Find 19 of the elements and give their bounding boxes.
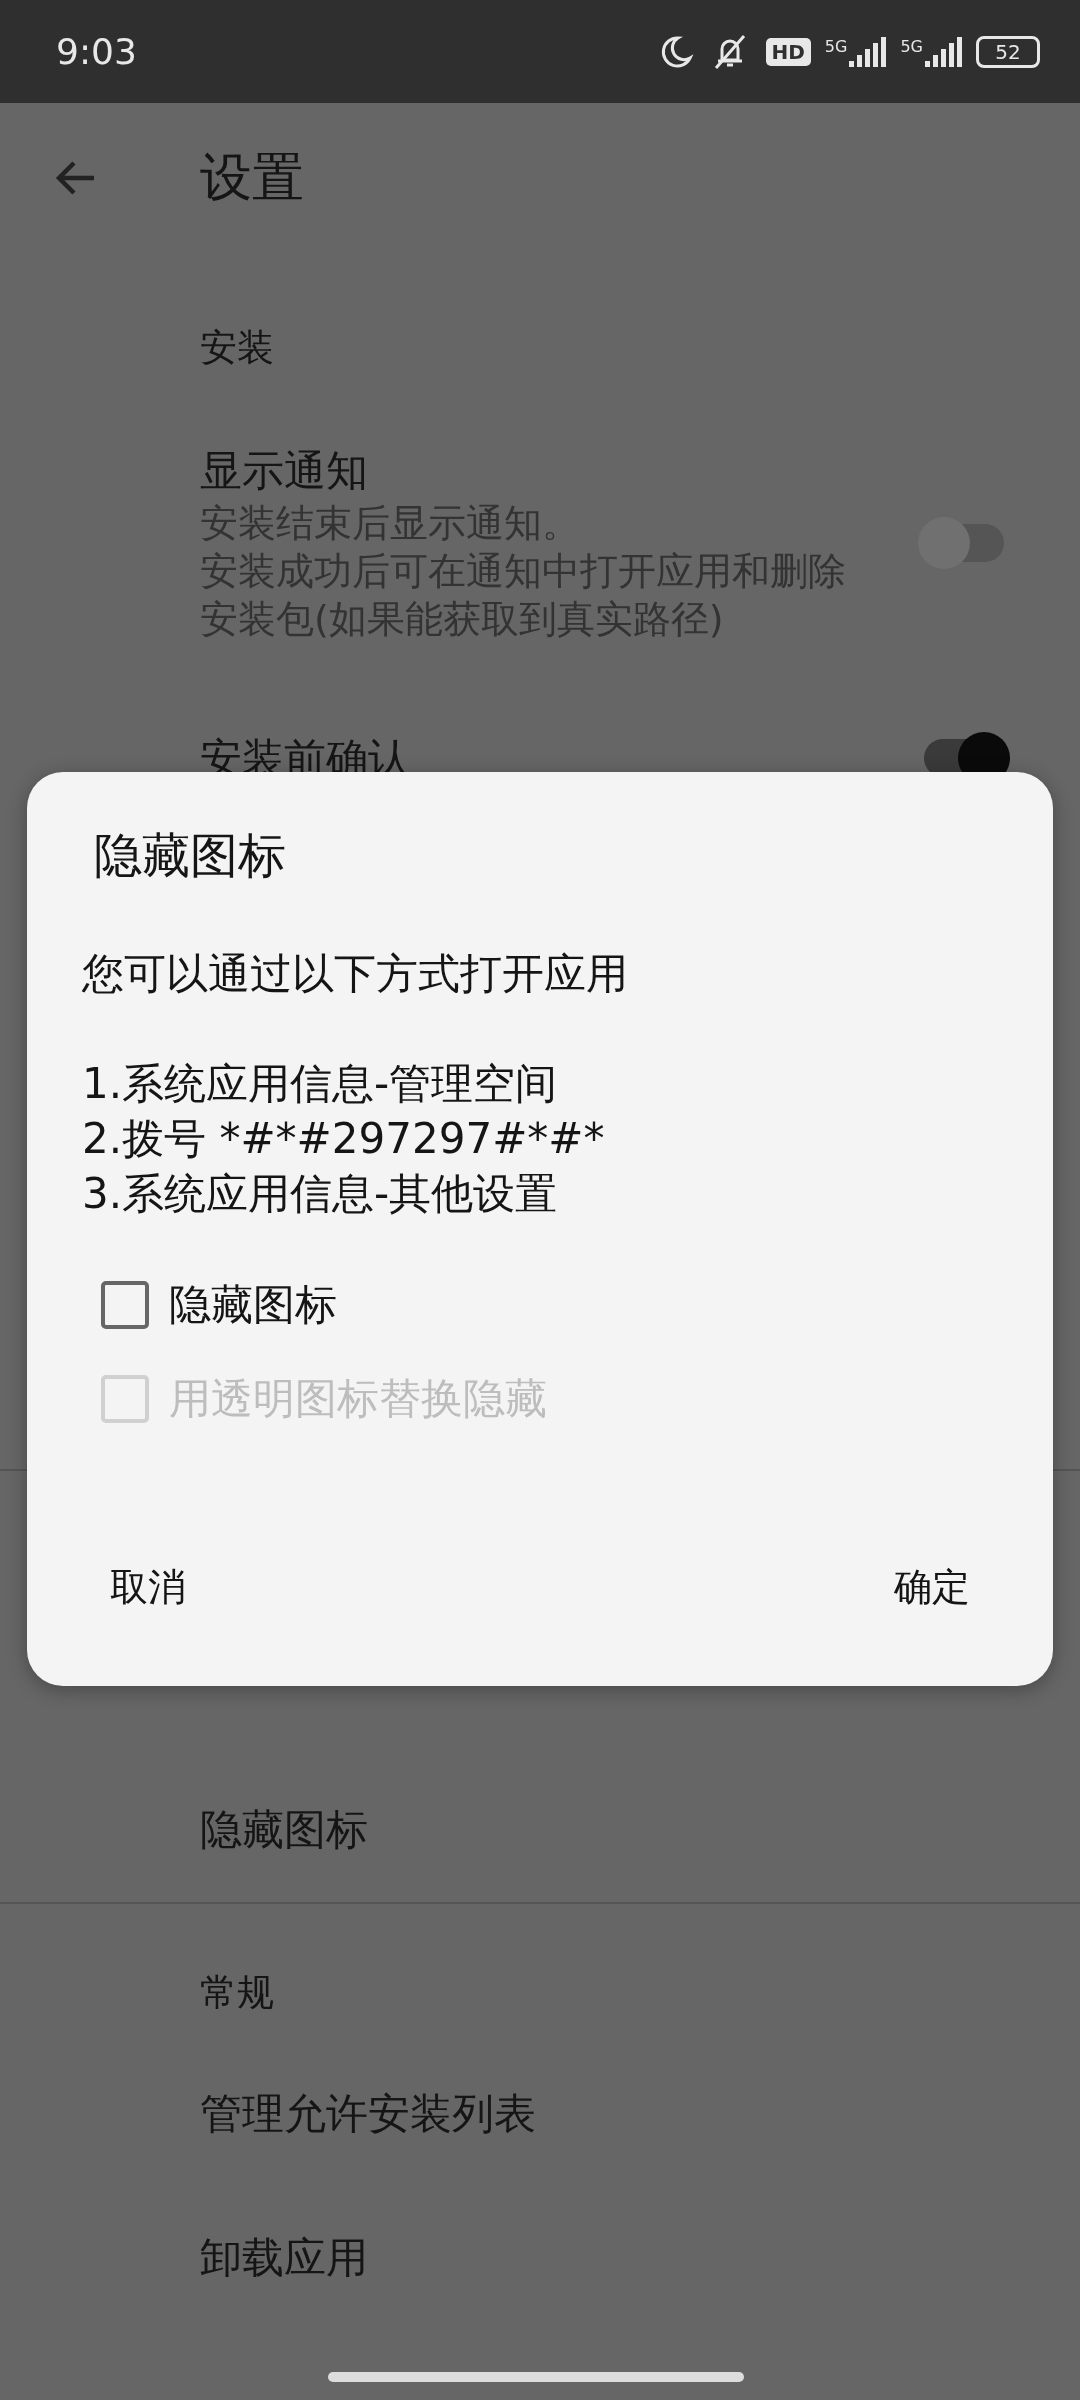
network-label: 5G <box>900 36 923 56</box>
battery-icon: 52 <box>976 35 1040 68</box>
section-header: 常规 <box>199 1970 275 2016</box>
signal-icon <box>925 36 962 67</box>
hd-badge: HD <box>765 37 811 66</box>
section-header: 安装 <box>199 325 275 371</box>
dialog-title: 隐藏图标 <box>94 826 287 885</box>
signal-icon <box>849 36 887 67</box>
setting-item[interactable]: 卸载应用 <box>0 2186 1080 2330</box>
checkbox-option[interactable]: 隐藏图标 <box>101 1277 337 1333</box>
cancel-button[interactable]: 取消 <box>110 1562 186 1613</box>
setting-item[interactable]: 管理允许安装列表 <box>0 2042 1080 2186</box>
setting-item[interactable]: 隐藏图标 <box>0 1758 1080 1902</box>
dialog-message: 您可以通过以下方式打开应用 1.系统应用信息-管理空间 2.拨号 *#*#297297#*#* 3.系统应用信息-其他设置 <box>82 948 629 1220</box>
clock: 9:03 <box>56 31 138 72</box>
setting-title[interactable]: 显示通知 <box>200 443 918 499</box>
network-label: 5G <box>824 36 848 56</box>
page-title: 设置 <box>200 146 304 209</box>
confirm-button[interactable]: 确定 <box>894 1562 970 1613</box>
